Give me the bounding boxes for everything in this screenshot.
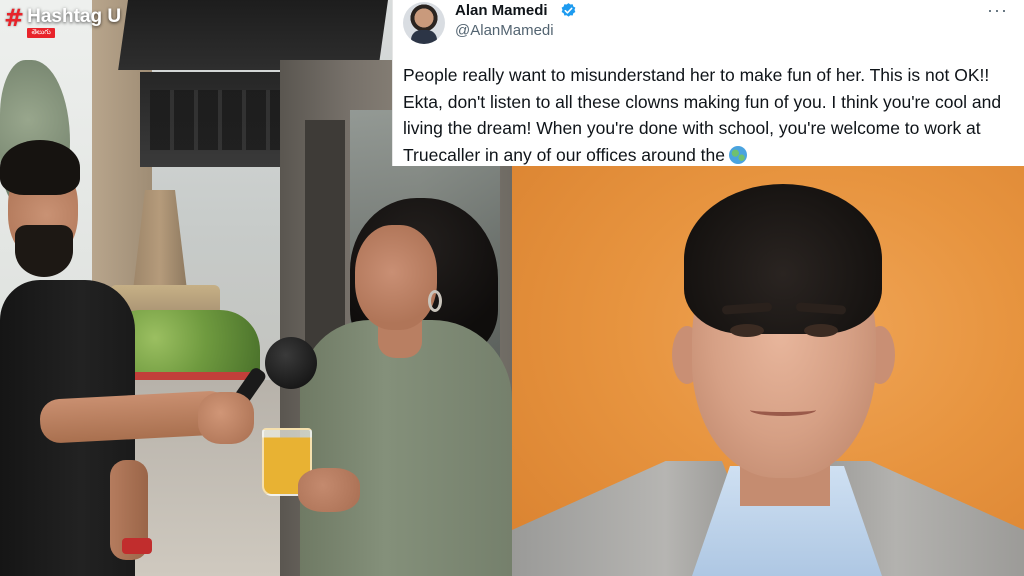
woman-hand (298, 468, 360, 512)
more-options-icon[interactable]: ··· (987, 0, 1008, 21)
wrist-watch (122, 538, 152, 554)
portrait-photo (512, 166, 1024, 576)
tweet-card: Alan Mamedi @AlanMamedi ··· People reall… (392, 0, 1024, 166)
tweet-text: People really want to misunderstand her … (403, 62, 1009, 168)
brand-name: Hashtag U (27, 6, 122, 27)
microphone-icon (265, 337, 317, 389)
right-eye (804, 324, 838, 337)
earring (428, 290, 442, 312)
smile (750, 404, 816, 416)
avatar-suit (411, 30, 437, 44)
tweet-body: People really want to misunderstand her … (403, 65, 1002, 165)
brand-watermark: # Hashtag U తెలుగు (4, 6, 121, 38)
avatar[interactable] (403, 2, 445, 44)
author-name[interactable]: Alan Mamedi (455, 2, 548, 19)
man-hair (0, 140, 80, 195)
globe-earth-icon (729, 145, 747, 164)
hashtag-logo-icon: # (4, 4, 25, 32)
author-handle[interactable]: @AlanMamedi (455, 22, 554, 39)
portrait-hair (684, 184, 882, 334)
verified-badge-icon (561, 3, 576, 17)
curb-stripe (118, 372, 258, 380)
language-tag: తెలుగు (27, 28, 56, 38)
man-beard (15, 225, 73, 277)
left-eye (730, 324, 764, 337)
man-hand (198, 392, 254, 444)
woman-face (355, 225, 437, 330)
woman-dress (300, 320, 512, 576)
awning-stripes (150, 90, 280, 150)
